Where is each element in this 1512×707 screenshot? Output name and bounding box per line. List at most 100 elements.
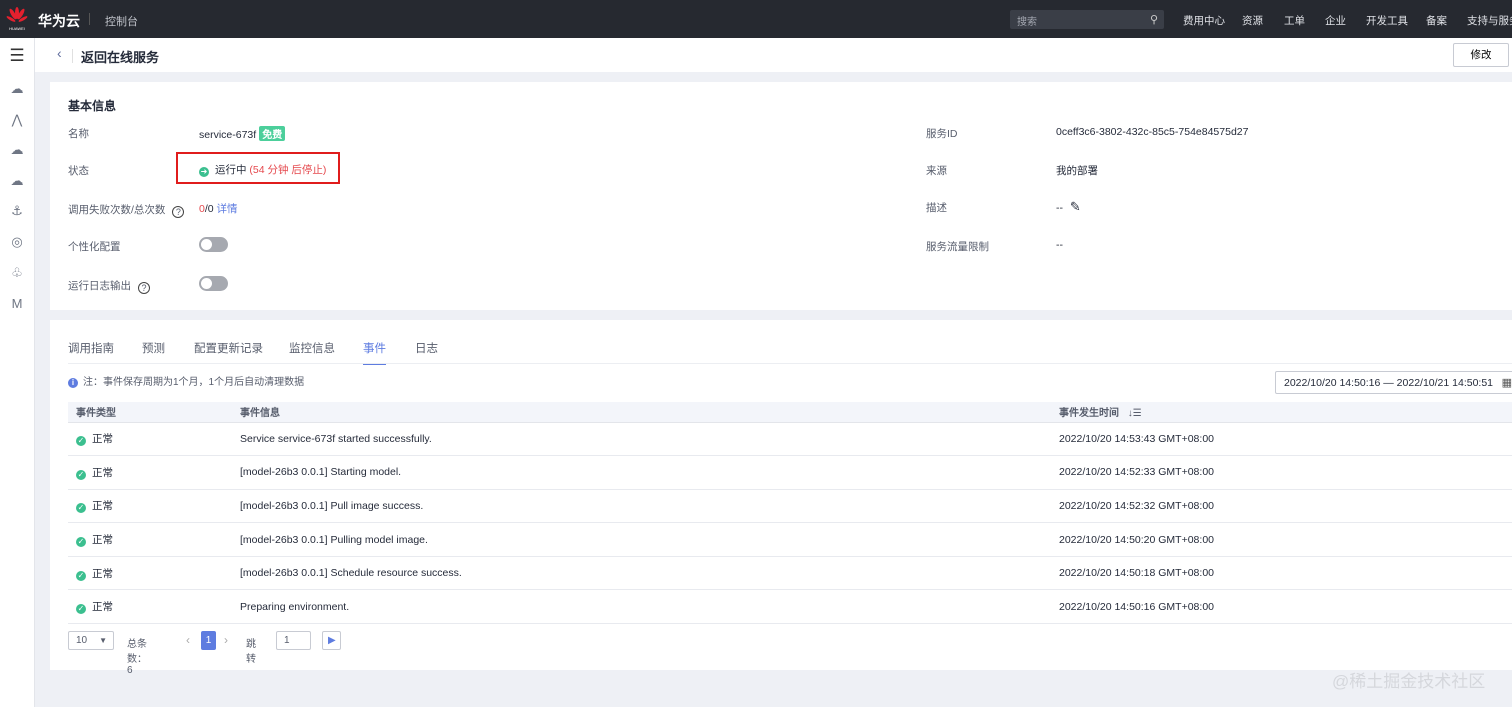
nav-tickets[interactable]: 工单	[1284, 13, 1305, 28]
back-icon[interactable]: ‹	[57, 45, 62, 61]
divider	[89, 13, 90, 25]
table-row: ✓ 正常 [model-26b3 0.0.1] Pulling model imag…	[68, 522, 1512, 557]
service-name: service-673f	[199, 129, 257, 141]
search-placeholder: 搜索	[1017, 17, 1037, 28]
huawei-logo[interactable]: HUAWEI	[6, 6, 28, 32]
tab-config-history[interactable]: 配置更新记录	[194, 340, 263, 363]
model-icon[interactable]: ⋀	[8, 112, 26, 128]
log-label-text: 运行日志输出	[68, 280, 131, 292]
source-label: 来源	[926, 165, 947, 177]
sort-icon[interactable]: ↓☰	[1128, 408, 1142, 419]
status-text: 运行中	[215, 164, 247, 176]
event-info: Preparing environment.	[232, 589, 1051, 625]
retention-note: i 注：事件保存周期为1个月，1个月后自动清理数据	[68, 373, 304, 388]
event-time: 2022/10/20 14:50:16 GMT+08:00	[1051, 589, 1512, 625]
col-event-type: 事件类型	[68, 402, 232, 423]
cluster-icon[interactable]: ♧	[8, 265, 26, 281]
sidebar: ☰ ☁ ⋀ ☁ ☁ ⚓ ◎ ♧ M	[0, 38, 35, 707]
nav-billing[interactable]: 费用中心	[1183, 13, 1225, 28]
edit-pencil-icon[interactable]: ✎	[1070, 199, 1081, 214]
svg-text:HUAWEI: HUAWEI	[9, 26, 25, 31]
search-icon[interactable]: ⚲	[1150, 13, 1158, 26]
event-type-text: 正常	[92, 567, 113, 580]
custom-config-label: 个性化配置	[68, 241, 121, 253]
deploy-icon[interactable]: ⚓	[8, 203, 26, 219]
nav-resources[interactable]: 资源	[1242, 13, 1263, 28]
service-id-label: 服务ID	[926, 128, 958, 140]
top-bar: HUAWEI 华为云 控制台 搜索 ⚲ 费用中心 资源 工单 企业 开发工具 备案…	[0, 0, 1512, 38]
chat-icon[interactable]: ◎	[8, 234, 26, 250]
check-circle-icon: ✓	[76, 469, 86, 480]
source-value: 我的部署	[1056, 165, 1098, 177]
details-link[interactable]: 详情	[217, 203, 238, 215]
name-value: service-673f 免费	[199, 126, 286, 141]
col-event-info: 事件信息	[232, 402, 1051, 423]
free-badge: 免费	[259, 126, 286, 141]
divider	[72, 49, 73, 63]
event-info: [model-26b3 0.0.1] Starting model.	[232, 455, 1051, 490]
search-input[interactable]: 搜索 ⚲	[1010, 10, 1164, 29]
event-time: 2022/10/20 14:52:33 GMT+08:00	[1051, 455, 1512, 490]
brand-name[interactable]: 华为云	[38, 11, 80, 31]
next-page-icon[interactable]: ›	[224, 633, 228, 647]
tab-events[interactable]: 事件	[363, 340, 386, 365]
tab-monitoring[interactable]: 监控信息	[289, 340, 335, 363]
nav-dev-tools[interactable]: 开发工具	[1366, 13, 1408, 28]
tab-predict[interactable]: 预测	[142, 340, 165, 363]
page-size-select[interactable]: 10 ▼	[68, 631, 114, 650]
help-icon[interactable]: ?	[172, 206, 185, 218]
tab-logs[interactable]: 日志	[415, 340, 438, 363]
log-output-label: 运行日志输出?	[68, 278, 150, 294]
col-event-time[interactable]: 事件发生时间 ↓☰	[1051, 402, 1512, 423]
divider	[68, 363, 1512, 364]
table-row: ✓ 正常 Service service-673f started successf…	[68, 422, 1512, 457]
check-circle-icon: ✓	[76, 604, 86, 615]
log-output-toggle[interactable]	[199, 276, 228, 291]
running-icon: ➜	[199, 167, 209, 177]
col-time-label: 事件发生时间	[1059, 408, 1119, 420]
nav-support[interactable]: 支持与服务	[1467, 13, 1512, 28]
jump-input[interactable]: 1	[276, 631, 311, 650]
traffic-limit-value: --	[1056, 239, 1063, 251]
tab-call-guide[interactable]: 调用指南	[68, 340, 114, 363]
table-row: ✓ 正常 [model-26b3 0.0.1] Starting model. 202…	[68, 455, 1512, 490]
edit-button[interactable]: 修改	[1453, 43, 1509, 67]
cloud-icon[interactable]: ☁	[8, 81, 26, 97]
page-size-value: 10	[76, 635, 88, 646]
event-type: ✓ 正常	[68, 589, 232, 625]
page-title: 返回在线服务	[81, 50, 160, 65]
modelarts-icon[interactable]: M	[8, 296, 26, 312]
custom-config-toggle[interactable]	[199, 237, 228, 252]
event-type-text: 正常	[92, 500, 113, 513]
calls-label: 调用失败次数/总次数?	[68, 202, 185, 218]
prev-page-icon[interactable]: ‹	[186, 633, 190, 647]
note-text: 注：事件保存周期为1个月，1个月后自动清理数据	[83, 377, 305, 388]
event-time: 2022/10/20 14:52:32 GMT+08:00	[1051, 489, 1512, 524]
event-type: ✓ 正常	[68, 455, 232, 490]
menu-icon[interactable]: ☰	[8, 47, 26, 64]
cloud-upload-icon[interactable]: ☁	[8, 142, 26, 158]
nav-enterprise[interactable]: 企业	[1325, 13, 1346, 28]
status-value: ➜ 运行中 (54 分钟 后停止)	[199, 162, 326, 177]
dropdown-icon: ▼	[99, 636, 107, 645]
check-circle-icon: ✓	[76, 503, 86, 514]
watermark: @稀土掘金技术社区	[1332, 672, 1486, 691]
date-range-picker[interactable]: 2022/10/20 14:50:16 — 2022/10/21 14:50:5…	[1275, 371, 1512, 394]
cloud-service-icon[interactable]: ☁	[8, 173, 26, 189]
jump-go-button[interactable]: ▶	[322, 631, 341, 650]
page-1[interactable]: 1	[201, 631, 216, 650]
calendar-icon[interactable]: ▦	[1502, 376, 1512, 389]
event-type: ✓ 正常	[68, 489, 232, 524]
event-type: ✓ 正常	[68, 556, 232, 591]
status-label: 状态	[68, 165, 89, 177]
jump-label: 跳转	[246, 639, 256, 665]
console-link[interactable]: 控制台	[105, 13, 138, 29]
table-row: ✓ 正常 [model-26b3 0.0.1] Pull image success…	[68, 489, 1512, 524]
event-type-text: 正常	[92, 433, 113, 446]
table-row: ✓ 正常 [model-26b3 0.0.1] Schedule resource …	[68, 556, 1512, 591]
calls-label-text: 调用失败次数/总次数	[68, 204, 166, 216]
traffic-limit-label: 服务流量限制	[926, 241, 989, 253]
total-count: 总条数：6	[127, 639, 147, 676]
nav-filing[interactable]: 备案	[1426, 13, 1447, 28]
help-icon[interactable]: ?	[138, 282, 150, 294]
